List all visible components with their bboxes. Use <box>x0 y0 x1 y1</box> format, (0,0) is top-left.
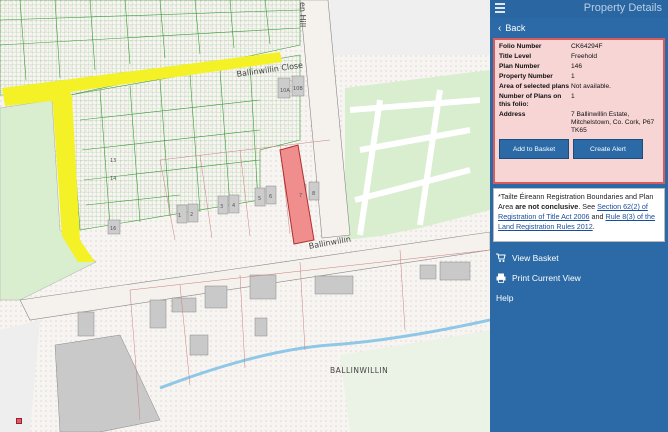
back-label: Back <box>505 23 526 33</box>
house-number: 16 <box>110 226 116 232</box>
detail-key: Area of selected plans <box>499 83 569 90</box>
detail-value: 146 <box>571 63 583 70</box>
print-view-link[interactable]: Print Current View <box>490 268 668 288</box>
detail-value: 7 Ballinwillin Estate, Mitchelstown, Co.… <box>571 111 655 134</box>
detail-row: Property Number 1 <box>499 73 659 81</box>
hamburger-menu-icon[interactable] <box>495 3 505 13</box>
detail-value: 1 <box>571 73 575 80</box>
house-number: 14 <box>110 176 116 182</box>
house-number: 1 <box>178 213 181 219</box>
notice-text: and <box>589 212 606 221</box>
detail-row: Area of selected plans Not available. <box>499 83 659 91</box>
house-number: 3 <box>220 204 223 210</box>
property-panel: Property Details ‹ Back Folio Number CK64… <box>490 0 668 432</box>
house-number: 13 <box>110 158 116 164</box>
notice-bold: are not conclusive <box>515 202 579 211</box>
detail-row: Folio Number CK64294F <box>499 43 659 51</box>
disclaimer-notice: *Tailte Éireann Registration Boundaries … <box>493 188 665 242</box>
printer-icon <box>496 273 506 283</box>
detail-value: 1 <box>571 93 575 100</box>
map-canvas[interactable]: 10A 10B 1 2 3 4 5 6 7 8 16 14 13 <box>0 0 490 432</box>
cart-icon <box>496 253 506 262</box>
house-number: 10A <box>280 88 290 94</box>
house-number: 6 <box>269 194 272 200</box>
townland-label: BALLINWILLIN <box>330 366 389 375</box>
detail-key: Folio Number <box>499 43 542 50</box>
detail-value: Not available. <box>571 83 611 90</box>
house-number: 4 <box>232 203 235 209</box>
back-button[interactable]: ‹ Back <box>490 18 668 38</box>
detail-key: Property Number <box>499 73 553 80</box>
view-basket-link[interactable]: View Basket <box>490 248 668 268</box>
detail-actions: Add to Basket Create Alert <box>499 139 659 159</box>
panel-header: Property Details <box>490 0 668 18</box>
house-number: 2 <box>190 212 193 218</box>
detail-row: Title Level Freehold <box>499 53 659 61</box>
help-link[interactable]: Help <box>490 288 668 308</box>
property-details-box: Folio Number CK64294F Title Level Freehold… <box>493 38 665 184</box>
detail-value: Freehold <box>571 53 598 60</box>
detail-key: Number of Plans on this folio: <box>499 93 562 108</box>
notice-text: . See <box>578 202 598 211</box>
print-view-label: Print Current View <box>512 273 581 283</box>
detail-row: Address 7 Ballinwillin Estate, Mitchelsto… <box>499 111 659 135</box>
detail-key: Plan Number <box>499 63 540 70</box>
detail-key: Title Level <box>499 53 532 60</box>
house-number: 5 <box>258 196 261 202</box>
detail-value: CK64294F <box>571 43 603 50</box>
help-label: Help <box>496 293 514 303</box>
map-marker <box>16 418 22 424</box>
view-basket-label: View Basket <box>512 253 559 263</box>
street-label-hill: en Hill <box>298 2 307 28</box>
house-number: 10B <box>293 86 303 92</box>
chevron-left-icon: ‹ <box>498 22 502 34</box>
panel-title: Property Details <box>583 2 662 14</box>
detail-row: Plan Number 146 <box>499 63 659 71</box>
house-number: 7 <box>299 193 302 199</box>
create-alert-button[interactable]: Create Alert <box>573 139 643 159</box>
notice-text: . <box>592 222 595 231</box>
add-to-basket-button[interactable]: Add to Basket <box>499 139 569 159</box>
map-view[interactable]: 10A 10B 1 2 3 4 5 6 7 8 16 14 13 Ballinw… <box>0 0 490 432</box>
detail-row: Number of Plans on this folio: 1 <box>499 93 659 109</box>
house-number: 8 <box>312 191 315 197</box>
detail-key: Address <box>499 111 526 118</box>
